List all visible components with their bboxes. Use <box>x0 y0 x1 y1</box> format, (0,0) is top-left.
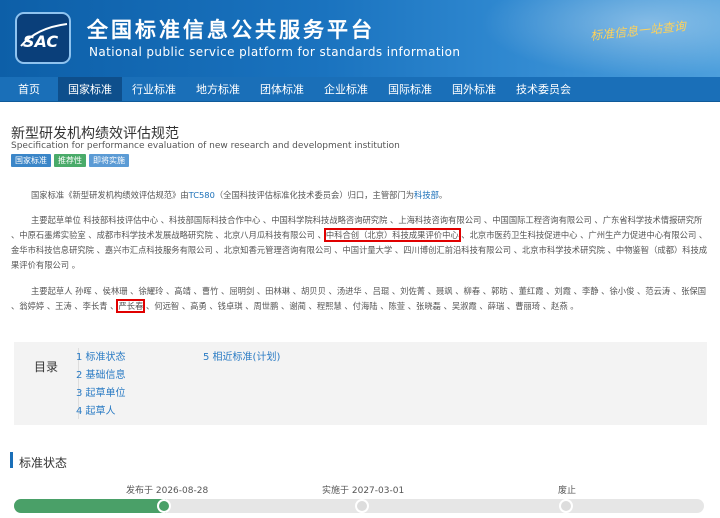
sac-logo[interactable]: SAC <box>15 12 71 64</box>
timeline-progress <box>14 499 166 513</box>
toc-link-basic-info[interactable]: 2 基础信息 <box>76 366 126 381</box>
standard-title-en: Specification for performance evaluation… <box>11 141 400 151</box>
step-label-effective: 实施于 2027-03-01 <box>322 486 405 496</box>
nav-item-group[interactable]: 团体标准 <box>250 77 314 101</box>
step-label-published: 发布于 2026-08-28 <box>126 486 209 496</box>
people-text-b: 、何远智 、高勇 、钱卓琪 、周世鹏 、谢蔺 、程熙慧 、付海陆 、陈萱 、张晓… <box>143 301 579 311</box>
site-subtitle: National public service platform for sta… <box>89 45 461 59</box>
main-nav: 首页 国家标准 行业标准 地方标准 团体标准 企业标准 国际标准 国外标准 技术… <box>0 77 720 102</box>
tag-recommended: 推荐性 <box>54 154 86 167</box>
highlighted-person: 严长春 <box>116 299 146 313</box>
nav-item-home[interactable]: 首页 <box>0 77 58 101</box>
status-accent-bar <box>10 452 13 468</box>
dept-link[interactable]: 科技部 <box>414 190 439 200</box>
logo-text: SAC <box>23 32 58 51</box>
step-dot-abolished <box>559 499 573 513</box>
toc-label: 目录 <box>34 360 59 374</box>
nav-item-committee[interactable]: 技术委员会 <box>506 77 581 101</box>
drafting-units-paragraph: 主要起草单位 科技部科技评估中心 、科技部国际科技合作中心 、中国科学院科技战略… <box>11 213 709 273</box>
toc-link-drafters[interactable]: 4 起草人 <box>76 402 116 417</box>
step-label-abolished: 废止 <box>558 486 577 496</box>
intro-text-a: 国家标准《新型研发机构绩效评估规范》由 <box>31 190 189 200</box>
nav-item-foreign[interactable]: 国外标准 <box>442 77 506 101</box>
drafters-paragraph: 主要起草人 孙晖 、侯林珊 、徐耀玲 、高靖 、曹竹 、屈明剑 、田林琳 、胡贝… <box>11 284 709 314</box>
tc-link[interactable]: TC580 <box>189 190 215 200</box>
table-of-contents: 目录 1 标准状态 2 基础信息 3 起草单位 4 起草人 5 相近标准(计划) <box>14 342 707 425</box>
step-dot-effective <box>355 499 369 513</box>
nav-item-local[interactable]: 地方标准 <box>186 77 250 101</box>
nav-item-national[interactable]: 国家标准 <box>58 77 122 101</box>
toc-link-drafting-units[interactable]: 3 起草单位 <box>76 384 126 399</box>
intro-text-b: （全国科技评估标准化技术委员会）归口，主管部门为 <box>214 190 415 200</box>
standard-title: 新型研发机构绩效评估规范 <box>11 126 179 142</box>
nav-item-international[interactable]: 国际标准 <box>378 77 442 101</box>
nav-item-enterprise[interactable]: 企业标准 <box>314 77 378 101</box>
highlighted-unit: 中科合创（北京）科技成果评价中心 <box>323 228 461 242</box>
toc-link-status[interactable]: 1 标准状态 <box>76 348 126 363</box>
tag-list: 国家标准 推荐性 即将实施 <box>11 154 129 167</box>
toc-link-similar[interactable]: 5 相近标准(计划) <box>203 348 280 363</box>
step-dot-published <box>157 499 171 513</box>
intro-paragraph: 国家标准《新型研发机构绩效评估规范》由TC580（全国科技评估标准化技术委员会）… <box>11 188 709 203</box>
site-title: 全国标准信息公共服务平台 <box>87 18 375 42</box>
tag-national: 国家标准 <box>11 154 51 167</box>
tag-upcoming: 即将实施 <box>89 154 129 167</box>
status-title: 标准状态 <box>19 456 68 470</box>
intro-text-c: 。 <box>438 190 448 200</box>
site-header: SAC 全国标准信息公共服务平台 National public service… <box>0 0 720 77</box>
nav-item-industry[interactable]: 行业标准 <box>122 77 186 101</box>
